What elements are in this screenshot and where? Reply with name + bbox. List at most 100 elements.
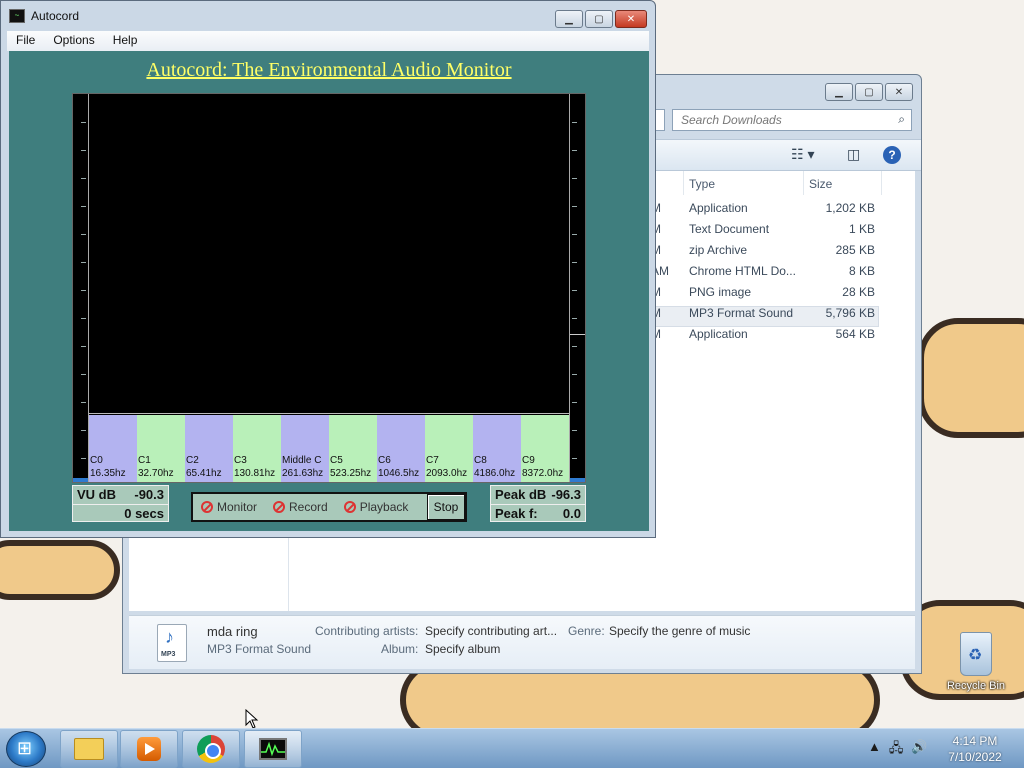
details-album-value[interactable]: Specify album (425, 642, 500, 656)
recycle-bin-shortcut[interactable]: Recycle Bin (944, 632, 1008, 692)
menu-options[interactable]: Options (44, 31, 103, 51)
octave-key (473, 415, 521, 453)
search-input[interactable]: Search Downloads ⌕ (672, 109, 912, 131)
octave-keys (89, 415, 569, 453)
menu-file[interactable]: File (7, 31, 44, 51)
peak-db-label: Peak dB (495, 487, 547, 502)
show-hidden-icons-icon[interactable]: ▲ (868, 739, 881, 761)
menu-bar: File Options Help (7, 31, 649, 51)
title-bar[interactable]: ~ Autocord (9, 9, 79, 23)
octave-labels: C0 16.35hz C1 32.70hz C2 65.41hz C3 130.81hz Mid… (89, 453, 569, 482)
caption-buttons: ▁ ▢ ✕ (555, 10, 647, 28)
note-name: C8 (474, 455, 487, 466)
file-type: PNG image (689, 285, 752, 299)
details-artists-label: Contributing artists: (315, 624, 419, 638)
file-type: zip Archive (689, 243, 748, 257)
meter-tick (81, 234, 86, 235)
monitor-label: Monitor (217, 500, 258, 514)
taskbar-explorer[interactable] (60, 730, 118, 768)
note-name: C3 (234, 455, 247, 466)
preview-pane-icon[interactable]: ◫ (847, 146, 860, 164)
octave-key (281, 415, 329, 453)
disabled-icon (343, 501, 356, 513)
elapsed-seconds: 0 secs (124, 506, 164, 521)
note-frequency: 16.35hz (90, 468, 126, 479)
monitor-button[interactable]: Monitor (193, 500, 265, 514)
navigation-pane[interactable] (129, 535, 289, 611)
details-artists-value[interactable]: Specify contributing art... (425, 624, 557, 638)
meter-tick (572, 430, 577, 431)
details-genre-value[interactable]: Specify the genre of music (609, 624, 750, 638)
record-button[interactable]: Record (265, 500, 336, 514)
playback-button[interactable]: Playback (336, 500, 417, 514)
octave-key (233, 415, 281, 453)
octave-label: Middle C 261.63hz (281, 453, 329, 482)
taskbar-autocord[interactable] (244, 730, 302, 768)
details-file-kind: MP3 Format Sound (207, 642, 312, 656)
meter-tick (81, 430, 86, 431)
note-frequency: 261.63hz (282, 468, 324, 479)
network-icon[interactable]: 🖧 (889, 739, 904, 761)
help-icon[interactable]: ? (883, 146, 901, 164)
meter-tick (81, 402, 86, 403)
right-level-fill (570, 478, 585, 482)
details-pane: ♪ MP3 mda ring MP3 Format Sound Contribu… (129, 615, 915, 669)
left-level-meter (73, 94, 89, 482)
file-type: MP3 Format Sound (689, 306, 794, 320)
file-size: 564 KB (835, 327, 875, 341)
octave-label: C3 130.81hz (233, 453, 281, 482)
taskbar-media-player[interactable] (120, 730, 178, 768)
menu-help[interactable]: Help (104, 31, 147, 51)
column-header-size[interactable]: Size (809, 177, 832, 191)
note-frequency: 1046.5hz (378, 468, 420, 479)
autocord-window[interactable]: ~ Autocord ▁ ▢ ✕ File Options Help Autoc… (0, 0, 656, 538)
meter-tick (572, 206, 577, 207)
note-name: C2 (186, 455, 199, 466)
volume-icon[interactable]: 🔊 (911, 739, 927, 761)
disabled-icon (273, 501, 286, 513)
minimize-button[interactable]: ▁ (555, 10, 583, 28)
octave-key (377, 415, 425, 453)
maximize-button[interactable]: ▢ (585, 10, 613, 28)
oscilloscope-icon (259, 738, 287, 760)
mp3-tag: MP3 (161, 651, 176, 658)
meter-tick (572, 318, 577, 319)
octave-label: C1 32.70hz (137, 453, 185, 482)
meter-tick (572, 178, 577, 179)
details-genre-label: Genre: (568, 624, 605, 638)
octave-key (329, 415, 377, 453)
clock-date: 7/10/2022 (948, 750, 1002, 764)
file-size: 8 KB (848, 264, 875, 278)
close-button[interactable]: ✕ (615, 10, 647, 28)
close-button[interactable]: ✕ (885, 83, 913, 101)
start-button[interactable] (6, 731, 46, 767)
column-separator (803, 171, 804, 195)
wallpaper-shape (0, 540, 120, 600)
search-placeholder: Search Downloads (681, 113, 782, 127)
search-icon[interactable]: ⌕ (898, 112, 905, 127)
system-clock[interactable]: 4:14 PM 7/10/2022 (940, 733, 1010, 765)
maximize-button[interactable]: ▢ (855, 83, 883, 101)
note-frequency: 4186.0hz (474, 468, 516, 479)
octave-label: C5 523.25hz (329, 453, 377, 482)
minimize-button[interactable]: ▁ (825, 83, 853, 101)
file-size: 5,796 KB (825, 306, 875, 320)
taskbar: ▲ 🖧 🔊 4:14 PM 7/10/2022 (0, 728, 1024, 768)
column-separator (683, 171, 684, 195)
octave-key (521, 415, 569, 453)
file-size: 1 KB (848, 222, 875, 236)
transport-controls: Monitor Record Playback Stop (191, 492, 467, 522)
view-options-icon[interactable]: ☷ ▾ (791, 146, 814, 164)
taskbar-chrome[interactable] (182, 730, 240, 768)
octave-label: C8 4186.0hz (473, 453, 521, 482)
note-frequency: 65.41hz (186, 468, 222, 479)
stop-button[interactable]: Stop (427, 494, 465, 520)
octave-key (425, 415, 473, 453)
column-header-type[interactable]: Type (689, 177, 715, 191)
note-name: C5 (330, 455, 343, 466)
meter-tick (572, 234, 577, 235)
note-frequency: 523.25hz (330, 468, 372, 479)
meter-tick (572, 402, 577, 403)
file-type: Chrome HTML Do... (689, 264, 796, 278)
meter-tick (572, 374, 577, 375)
